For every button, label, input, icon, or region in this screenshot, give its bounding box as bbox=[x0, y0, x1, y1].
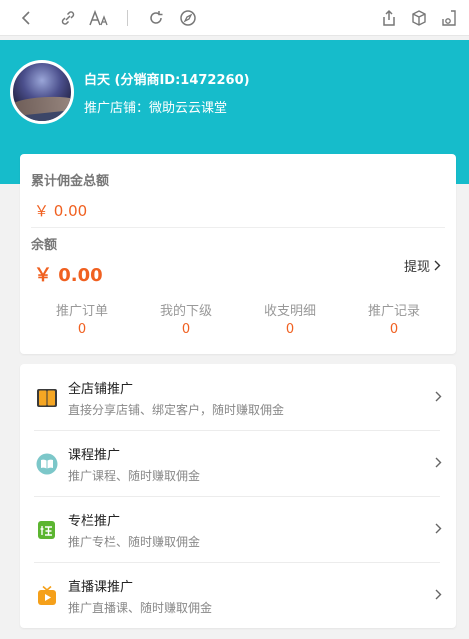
menu-item-title: 直播课推广 bbox=[68, 580, 134, 595]
menu-item-live-promotion[interactable]: 直播课推广 推广直播课、随时赚取佣金 bbox=[20, 562, 456, 628]
share-icon[interactable] bbox=[376, 5, 402, 31]
menu-item-desc: 推广课程、随时赚取佣金 bbox=[68, 469, 201, 483]
withdraw-label: 提现 bbox=[403, 260, 430, 275]
toolbar-divider bbox=[127, 10, 128, 26]
box-icon[interactable] bbox=[406, 5, 432, 31]
chevron-right-icon bbox=[435, 457, 442, 468]
chevron-right-icon bbox=[434, 260, 441, 271]
chevron-right-icon bbox=[435, 589, 442, 600]
stat-promotion-orders[interactable]: 推广订单 0 bbox=[30, 300, 134, 344]
menu-item-column-promotion[interactable]: 专栏推广 推广专栏、随时赚取佣金 bbox=[20, 496, 456, 562]
refresh-icon[interactable] bbox=[143, 5, 169, 31]
stat-value: 0 bbox=[389, 322, 399, 337]
back-icon[interactable] bbox=[14, 5, 40, 31]
commission-card: 累计佣金总额 ￥ 0.00 余额 ￥ 0.00 提现 推广订单 0 我的下级 0… bbox=[20, 154, 456, 354]
stat-value: 0 bbox=[285, 322, 295, 337]
divider bbox=[31, 227, 445, 228]
open-book-icon bbox=[36, 453, 58, 475]
chevron-right-icon bbox=[435, 391, 442, 402]
menu-item-desc: 推广专栏、随时赚取佣金 bbox=[68, 535, 201, 549]
book-icon bbox=[37, 389, 57, 407]
stat-value: 0 bbox=[181, 322, 191, 337]
promotion-shop: 推广店铺：微助云云课堂 bbox=[84, 101, 228, 116]
total-commission-label: 累计佣金总额 bbox=[31, 174, 110, 189]
menu-item-title: 专栏推广 bbox=[68, 514, 121, 529]
column-icon bbox=[38, 521, 55, 539]
menu-item-desc: 推广直播课、随时赚取佣金 bbox=[68, 601, 213, 615]
promotion-menu: 全店铺推广 直接分享店铺、绑定客户，随时赚取佣金 课程推广 推广课程、随时赚取佣… bbox=[20, 364, 456, 628]
stats-row: 推广订单 0 我的下级 0 收支明细 0 推广记录 0 bbox=[30, 300, 446, 344]
link-icon[interactable] bbox=[55, 5, 81, 31]
stat-income-details[interactable]: 收支明细 0 bbox=[238, 300, 342, 344]
stat-value: 0 bbox=[77, 322, 87, 337]
font-size-icon[interactable] bbox=[86, 5, 112, 31]
menu-item-store-promotion[interactable]: 全店铺推广 直接分享店铺、绑定客户，随时赚取佣金 bbox=[20, 364, 456, 430]
lock-screen-icon[interactable] bbox=[436, 5, 462, 31]
menu-item-title: 课程推广 bbox=[68, 448, 121, 463]
menu-item-title: 全店铺推广 bbox=[68, 382, 134, 397]
stat-label: 我的下级 bbox=[159, 304, 212, 319]
stat-label: 推广订单 bbox=[55, 304, 108, 319]
withdraw-button[interactable]: 提现 bbox=[404, 256, 441, 275]
stat-promotion-records[interactable]: 推广记录 0 bbox=[342, 300, 446, 344]
chevron-right-icon bbox=[435, 523, 442, 534]
menu-item-course-promotion[interactable]: 课程推广 推广课程、随时赚取佣金 bbox=[20, 430, 456, 496]
stat-label: 收支明细 bbox=[263, 304, 316, 319]
tv-icon bbox=[38, 585, 56, 605]
menu-item-desc: 直接分享店铺、绑定客户，随时赚取佣金 bbox=[68, 403, 285, 417]
compass-icon[interactable] bbox=[175, 5, 201, 31]
user-name: 白天 (分销商ID:1472260) bbox=[84, 73, 250, 88]
browser-toolbar bbox=[0, 0, 469, 36]
stat-my-subordinates[interactable]: 我的下级 0 bbox=[134, 300, 238, 344]
total-commission-value: ￥ 0.00 bbox=[34, 202, 88, 220]
stat-label: 推广记录 bbox=[367, 304, 420, 319]
balance-label: 余额 bbox=[31, 238, 58, 253]
avatar[interactable] bbox=[10, 60, 74, 124]
balance-value: ￥ 0.00 bbox=[34, 265, 103, 286]
